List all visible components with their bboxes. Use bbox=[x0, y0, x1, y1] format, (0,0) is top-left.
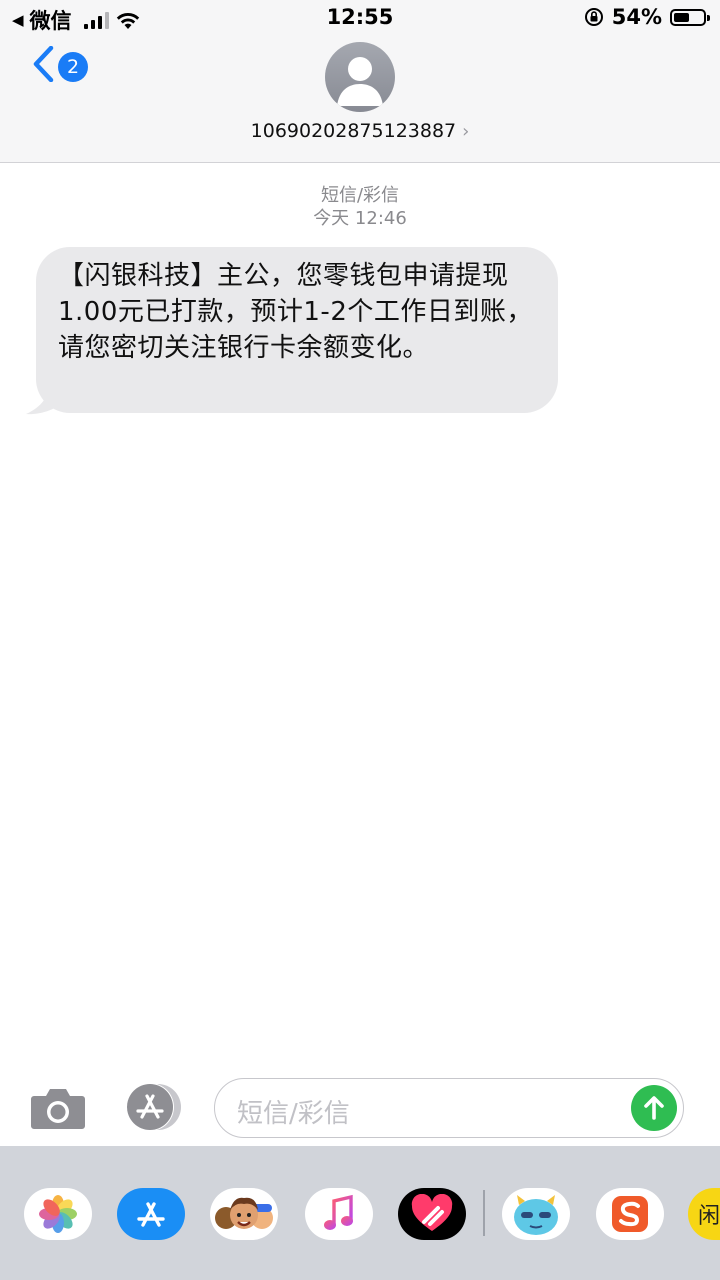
contact-avatar[interactable] bbox=[325, 42, 395, 112]
app-store-icon bbox=[126, 1083, 181, 1131]
message-placeholder: 短信/彩信 bbox=[237, 1099, 350, 1129]
message-timestamp: 今天 12:46 bbox=[313, 208, 407, 229]
status-bar: ◀ 微信 12:55 54% bbox=[0, 0, 720, 36]
service-label: 短信/彩信 bbox=[320, 185, 400, 206]
message-bubble-incoming[interactable]: 【闪银科技】主公，您零钱包申请提现1.00元已打款，预计1-2个工作日到账，请您… bbox=[36, 247, 558, 413]
partial-yellow-app[interactable]: 闲 bbox=[688, 1188, 720, 1240]
app-store-drawer-button[interactable] bbox=[122, 1082, 186, 1132]
drawer-divider bbox=[483, 1190, 485, 1236]
partial-yellow-app-icon: 闲 bbox=[698, 1204, 720, 1229]
digital-touch-app[interactable] bbox=[398, 1188, 466, 1240]
photos-app[interactable] bbox=[24, 1188, 92, 1240]
chevron-right-icon: › bbox=[462, 121, 470, 142]
music-app[interactable] bbox=[305, 1188, 373, 1240]
camera-icon bbox=[31, 1089, 85, 1129]
battery-icon bbox=[670, 8, 710, 26]
contact-name[interactable]: 10690202875123887 › bbox=[0, 120, 720, 142]
message-input[interactable]: 短信/彩信 bbox=[214, 1078, 684, 1138]
message-text: 【闪银科技】主公，您零钱包申请提现1.00元已打款，预计1-2个工作日到账，请您… bbox=[58, 261, 533, 363]
memoji-icon bbox=[215, 1197, 273, 1229]
app-store-icon bbox=[137, 1202, 165, 1227]
battery-percent: 54% bbox=[611, 5, 662, 29]
photos-icon bbox=[39, 1195, 77, 1233]
cartoon-monster-sticker-icon bbox=[514, 1195, 558, 1235]
sogou-input-app[interactable] bbox=[596, 1188, 664, 1240]
back-button[interactable]: 2 bbox=[32, 46, 88, 82]
app-store-app[interactable] bbox=[117, 1188, 185, 1240]
camera-button[interactable] bbox=[30, 1086, 86, 1130]
battery-fill bbox=[674, 12, 689, 22]
arrow-up-icon bbox=[644, 1096, 664, 1120]
heart-icon bbox=[411, 1194, 453, 1231]
orientation-lock-icon bbox=[584, 8, 603, 26]
person-silhouette-icon bbox=[337, 57, 383, 106]
composer-bar: 短信/彩信 bbox=[0, 1068, 720, 1146]
conversation-header: 2 10690202875123887 › bbox=[0, 36, 720, 163]
music-note-icon bbox=[324, 1194, 353, 1230]
chevron-left-icon bbox=[33, 46, 54, 82]
contact-number: 10690202875123887 bbox=[250, 120, 457, 142]
sticker-app[interactable] bbox=[502, 1188, 570, 1240]
send-button[interactable] bbox=[631, 1085, 677, 1131]
unread-badge: 2 bbox=[58, 52, 88, 82]
imessage-app-drawer: 闲 bbox=[0, 1146, 720, 1280]
thread-info: 短信/彩信 今天 12:46 bbox=[0, 184, 720, 230]
memoji-app[interactable] bbox=[210, 1188, 278, 1240]
sogou-input-icon bbox=[612, 1196, 648, 1232]
